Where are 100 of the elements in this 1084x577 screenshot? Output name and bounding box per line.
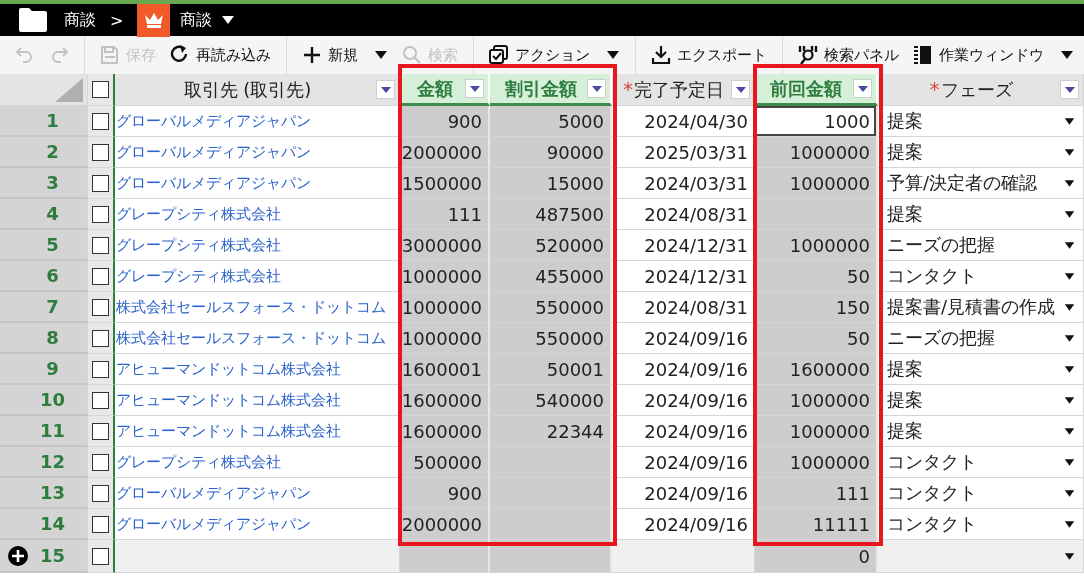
- table-cell[interactable]: 5000: [490, 106, 612, 137]
- caret-icon[interactable]: [222, 15, 235, 25]
- table-cell[interactable]: 50: [755, 323, 878, 354]
- picklist-cell[interactable]: コンタクト: [878, 447, 1084, 478]
- table-cell[interactable]: 1000000: [755, 416, 878, 447]
- table-cell[interactable]: 111: [755, 478, 878, 509]
- table-cell[interactable]: 111: [400, 199, 490, 230]
- toolbar-button[interactable]: 再読み込み: [165, 42, 276, 68]
- picklist-cell[interactable]: 提案: [878, 385, 1084, 416]
- column-header[interactable]: 割引金額: [490, 74, 612, 106]
- column-label: 取引先 (取引先): [182, 77, 313, 102]
- row-checkbox[interactable]: [92, 453, 109, 471]
- table-cell[interactable]: 2000000: [400, 137, 490, 168]
- row-checkbox[interactable]: [92, 143, 109, 161]
- table-cell[interactable]: [490, 447, 612, 478]
- picklist-cell[interactable]: 提案: [878, 106, 1084, 137]
- picklist-cell[interactable]: 提案: [878, 416, 1084, 447]
- filter-button[interactable]: [731, 80, 750, 99]
- toolbar-menu-button[interactable]: アクション: [484, 42, 625, 68]
- table-cell[interactable]: 1000000: [400, 261, 490, 292]
- table-cell[interactable]: 11111: [755, 509, 878, 540]
- table-cell[interactable]: 22344: [490, 416, 612, 447]
- table-cell[interactable]: 1600000: [400, 416, 490, 447]
- table-cell[interactable]: [755, 199, 878, 230]
- table-cell[interactable]: 1000000: [400, 292, 490, 323]
- row-checkbox[interactable]: [92, 298, 109, 316]
- row-checkbox[interactable]: [92, 329, 109, 347]
- filter-button[interactable]: [587, 79, 606, 98]
- column-header[interactable]: *フェーズ: [878, 74, 1084, 106]
- row-checkbox[interactable]: [92, 484, 109, 502]
- row-checkbox[interactable]: [92, 515, 109, 533]
- table-cell[interactable]: [612, 540, 755, 573]
- table-cell[interactable]: 1500000: [400, 168, 490, 199]
- select-all-checkbox[interactable]: [92, 81, 109, 98]
- table-cell[interactable]: 1000000: [400, 323, 490, 354]
- picklist-cell[interactable]: 提案: [878, 137, 1084, 168]
- table-cell[interactable]: 1600001: [400, 354, 490, 385]
- filter-button[interactable]: [853, 79, 872, 98]
- row-checkbox[interactable]: [92, 360, 109, 378]
- column-header[interactable]: 金額: [400, 74, 490, 106]
- table-cell[interactable]: 455000: [490, 261, 612, 292]
- table-cell[interactable]: 2000000: [400, 509, 490, 540]
- table-cell[interactable]: 1000000: [755, 168, 878, 199]
- table-cell[interactable]: 1000000: [755, 230, 878, 261]
- filter-button[interactable]: [1060, 80, 1079, 99]
- picklist-cell[interactable]: コンタクト: [878, 478, 1084, 509]
- picklist-cell[interactable]: コンタクト: [878, 261, 1084, 292]
- picklist-cell[interactable]: 提案: [878, 354, 1084, 385]
- row-number: 10: [0, 385, 88, 416]
- table-cell[interactable]: 540000: [490, 385, 612, 416]
- picklist-cell[interactable]: ニーズの把握: [878, 230, 1084, 261]
- table-cell[interactable]: 1600000: [755, 354, 878, 385]
- row-checkbox[interactable]: [92, 391, 109, 409]
- table-cell[interactable]: 500000: [400, 447, 490, 478]
- object-menu[interactable]: 商談: [180, 9, 213, 31]
- table-cell[interactable]: 3000000: [400, 230, 490, 261]
- table-cell[interactable]: 1000: [755, 106, 878, 137]
- table-cell[interactable]: 1000000: [755, 447, 878, 478]
- row-checkbox[interactable]: [92, 236, 109, 254]
- picklist-cell[interactable]: 提案: [878, 199, 1084, 230]
- toolbar-menu-button[interactable]: 新規: [297, 42, 393, 68]
- row-checkbox[interactable]: [92, 422, 109, 440]
- table-cell[interactable]: 900: [400, 106, 490, 137]
- filter-button[interactable]: [465, 79, 484, 98]
- table-cell[interactable]: 487500: [490, 199, 612, 230]
- table-cell[interactable]: [490, 478, 612, 509]
- caret-icon: [735, 86, 746, 93]
- table-cell[interactable]: [490, 509, 612, 540]
- table-cell[interactable]: 50: [755, 261, 878, 292]
- row-checkbox[interactable]: [92, 547, 109, 565]
- table-cell[interactable]: 150: [755, 292, 878, 323]
- row-checkbox[interactable]: [92, 174, 109, 192]
- caret-icon: [1064, 519, 1075, 529]
- picklist-cell[interactable]: ニーズの把握: [878, 323, 1084, 354]
- table-cell[interactable]: 50001: [490, 354, 612, 385]
- table-cell[interactable]: 1000000: [755, 137, 878, 168]
- row-checkbox[interactable]: [92, 112, 109, 130]
- picklist-cell[interactable]: コンタクト: [878, 509, 1084, 540]
- column-header[interactable]: 前回金額: [755, 74, 878, 106]
- row-checkbox[interactable]: [92, 205, 109, 223]
- picklist-cell[interactable]: 提案書/見積書の作成: [878, 292, 1084, 323]
- table-cell[interactable]: 900: [400, 478, 490, 509]
- add-row-icon[interactable]: [8, 545, 28, 566]
- table-cell[interactable]: 1600000: [400, 385, 490, 416]
- breadcrumb-folder[interactable]: 商談: [64, 9, 96, 31]
- toolbar-button[interactable]: 検索パネル: [793, 42, 904, 68]
- checkbox-stack-icon: [489, 45, 509, 65]
- table-cell[interactable]: 550000: [490, 323, 612, 354]
- toolbar-button[interactable]: エクスポート: [646, 42, 772, 68]
- table-cell[interactable]: 90000: [490, 137, 612, 168]
- toolbar-menu-button[interactable]: 作業ウィンドウ: [908, 42, 1079, 68]
- row-checkbox[interactable]: [92, 267, 109, 285]
- table-cell[interactable]: 520000: [490, 230, 612, 261]
- table-cell[interactable]: 550000: [490, 292, 612, 323]
- picklist-cell[interactable]: 予算/決定者の確認: [878, 168, 1084, 199]
- table-cell[interactable]: 1000000: [755, 385, 878, 416]
- account-link-cell[interactable]: [115, 540, 400, 573]
- filter-button[interactable]: [376, 80, 395, 99]
- picklist-cell[interactable]: [878, 540, 1084, 573]
- table-cell[interactable]: 15000: [490, 168, 612, 199]
